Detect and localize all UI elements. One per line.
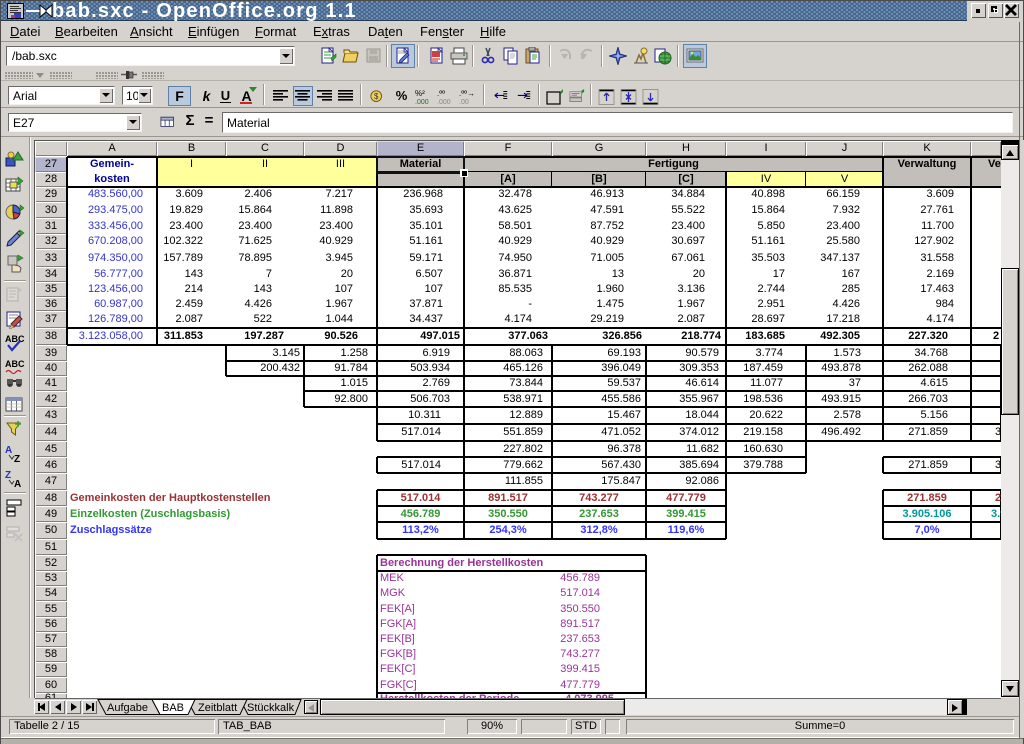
svg-text:Z: Z [14, 454, 20, 464]
svg-text:Stückkalk: Stückkalk [247, 702, 295, 714]
svg-text:Aufgabe: Aufgabe [107, 702, 148, 714]
svg-text:A: A [14, 479, 21, 489]
svg-text:Z: Z [5, 470, 11, 481]
svg-text:ABC: ABC [5, 359, 25, 369]
svg-text:.ºº→: .ºº→ [459, 89, 475, 98]
svg-text:$: $ [374, 92, 379, 101]
svg-text:Zeitblatt: Zeitblatt [198, 702, 237, 714]
svg-text:%²: %² [415, 89, 425, 98]
svg-text:ABC: ABC [5, 334, 25, 344]
svg-text:.ºº: .ºº [437, 89, 445, 98]
svg-text:.00: .00 [459, 99, 469, 106]
svg-text:BAB: BAB [162, 702, 184, 714]
svg-text:.000: .000 [415, 99, 429, 106]
svg-text:.000: .000 [437, 99, 451, 106]
svg-text:A: A [5, 445, 12, 456]
